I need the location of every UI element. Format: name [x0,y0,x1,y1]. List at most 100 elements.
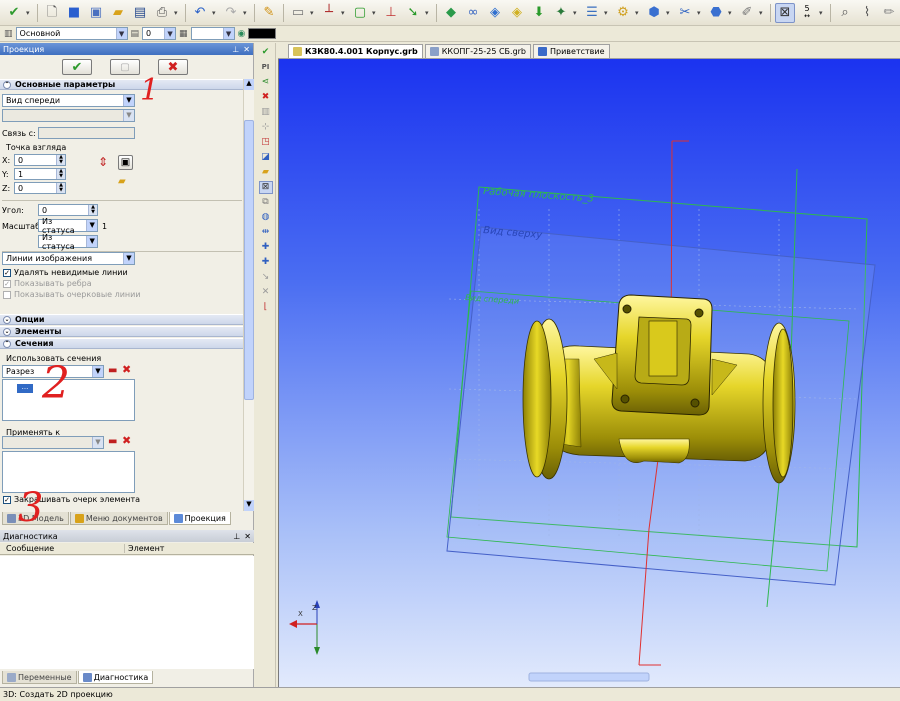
tab-welcome[interactable]: Приветствие [533,44,610,58]
pin-icon[interactable]: ⊥ [233,532,240,541]
paperclip-icon[interactable]: ⌇ [857,3,877,23]
print-icon[interactable]: ⎙ [152,3,172,23]
chevron-down-icon[interactable]: ▾ [341,9,348,17]
cancel-button[interactable]: ✖ [158,59,188,75]
down-arrow-icon[interactable]: ⬇ [529,3,549,23]
copy-icon[interactable]: ⧉ [259,196,273,209]
check-double-icon[interactable]: ✔ [4,3,24,23]
scroll-up-arrow[interactable]: ▲ [244,79,254,90]
undo-icon[interactable]: ↶ [190,3,210,23]
chevron-down-icon[interactable]: ▾ [573,9,580,17]
x-field[interactable]: 0 ▲ ▼ [14,154,66,166]
view-select[interactable]: Вид спереди ▼ [2,94,135,107]
folder-icon[interactable]: ▰ [259,166,273,179]
chevron-down-icon[interactable]: ▾ [697,9,704,17]
z-field[interactable]: 0 ▲ ▼ [14,182,66,194]
new-doc-icon[interactable]: 🗋 [42,3,62,23]
col-message[interactable]: Сообщение [6,544,54,553]
tab-projection[interactable]: Проекция [168,512,231,525]
chevron-down-icon[interactable]: ▾ [425,9,432,17]
chevron-down-icon[interactable]: ▾ [26,9,33,17]
doc-search-icon[interactable]: ⌕ [835,3,855,23]
pin-icon[interactable]: ⊹ [259,121,273,134]
chevron-down-icon[interactable]: ▼ [86,236,97,247]
mirror-icon[interactable]: ⇹ [259,226,273,239]
chevron-down-icon[interactable]: ▾ [372,9,379,17]
gear-icon[interactable]: ⚙ [613,3,633,23]
spin-icon[interactable]: ▲ ▼ [56,183,65,193]
apply-icon[interactable]: ✔ [259,46,273,59]
pen-icon[interactable]: ✐ [737,3,757,23]
grid-icon[interactable]: ▥ [259,106,273,119]
axes-icon[interactable]: ┴ [319,3,339,23]
angle-field[interactable]: 0 ▲ ▼ [38,204,98,216]
lines-select[interactable]: Линии изображения ▼ [2,252,135,265]
close-icon[interactable]: ✕ [244,532,251,541]
chevron-down-icon[interactable]: ▾ [819,9,826,17]
tab-doc-menu[interactable]: Меню документов [69,512,168,525]
chevron-down-icon[interactable]: ▼ [123,253,134,264]
chevron-down-icon[interactable]: ▾ [635,9,642,17]
scroll-down-arrow[interactable]: ▼ [244,500,254,511]
view-icon[interactable]: ⊠ [775,2,795,23]
chevron-down-icon[interactable]: ▾ [666,9,673,17]
chevron-down-icon[interactable]: ▾ [174,9,181,17]
sheet-icon[interactable]: ▭ [288,3,308,23]
tab-diagnostics[interactable]: Диагностика [77,671,154,684]
layer-select[interactable]: Основной ▼ [15,27,128,40]
chevron-down-icon[interactable]: ▼ [115,28,127,39]
add2-icon[interactable]: ✚ [259,256,273,269]
color-swatch[interactable] [248,28,277,39]
tool-icon[interactable]: ✦ [551,3,571,23]
diagnostics-list[interactable] [0,556,254,669]
point-icon[interactable]: ◪ [259,151,273,164]
corner-icon[interactable]: ⌊ [259,301,273,314]
scale-select-2[interactable]: Из статуса ▼ [38,233,98,251]
pencil-icon[interactable]: ✎ [259,3,279,23]
image-icon[interactable]: ▣ [86,3,106,23]
chevron-down-icon[interactable]: ▾ [604,9,611,17]
view-select-icon[interactable]: ⊠ [258,181,273,194]
chevron-down-icon[interactable]: ▼ [222,28,234,39]
scale-icon[interactable]: 5 ↔ [797,3,817,23]
shield2-icon[interactable]: ◈ [507,3,527,23]
tab-document-1[interactable]: КЗК80.4.001 Корпус.grb [288,44,423,58]
remove-icon[interactable]: ▬ [108,366,118,377]
delete-icon[interactable]: ✖ [122,364,134,376]
chevron-down-icon[interactable]: ▾ [243,9,250,17]
preview-button[interactable]: ▢ [110,59,140,75]
delete-icon[interactable]: ✖ [122,435,134,447]
section-options-header[interactable]: ⌄ Опции [0,314,243,325]
green-cube-icon[interactable]: ◆ [441,3,461,23]
folder-open-icon[interactable]: ▰ [108,3,128,23]
close-icon[interactable]: ✕ [243,45,250,54]
panel-scrollbar[interactable]: ▲ ▼ [243,79,254,511]
spin-icon[interactable]: ▲ ▼ [56,155,65,165]
layer-number-select[interactable]: 0 ▼ [142,27,177,40]
viewport-scrollbar[interactable] [528,672,650,682]
coordinate-icon[interactable]: ⊥ [381,3,401,23]
hidden-lines-checkbox[interactable]: ✓ [3,269,11,277]
remove-icon[interactable]: ▬ [108,437,118,448]
spin-icon[interactable]: ▲ ▼ [56,169,65,179]
chevron-down-icon[interactable]: ▾ [728,9,735,17]
hatch-checkbox[interactable]: ✓ [3,496,11,504]
chevron-down-icon[interactable]: ▼ [92,366,103,377]
chevron-down-icon[interactable]: ▾ [212,9,219,17]
scale-select[interactable]: Из статуса ▼ [38,217,98,235]
chevron-down-icon[interactable]: ▾ [759,9,766,17]
y-field[interactable]: 1 ▲ ▼ [14,168,66,180]
style-select[interactable]: ▼ [190,27,235,40]
link-icon[interactable]: ∞ [463,3,483,23]
section-sections-header[interactable]: ⌃ Сечения [0,338,243,349]
stack-icon[interactable]: ☰ [582,3,602,23]
transform-icon[interactable]: ↘ [259,271,273,284]
save-view-icon[interactable]: ▣ [118,155,133,170]
frame-icon[interactable]: ▢ [350,3,370,23]
arrow-icon[interactable]: ➘ [403,3,423,23]
pick-point-icon[interactable]: ⇕ [96,155,110,169]
select-icon[interactable]: ◳ [259,136,273,149]
save-icon[interactable]: ▤ [130,3,150,23]
brush-icon[interactable]: ✏ [879,3,899,23]
cube-icon[interactable]: ■ [64,3,84,23]
